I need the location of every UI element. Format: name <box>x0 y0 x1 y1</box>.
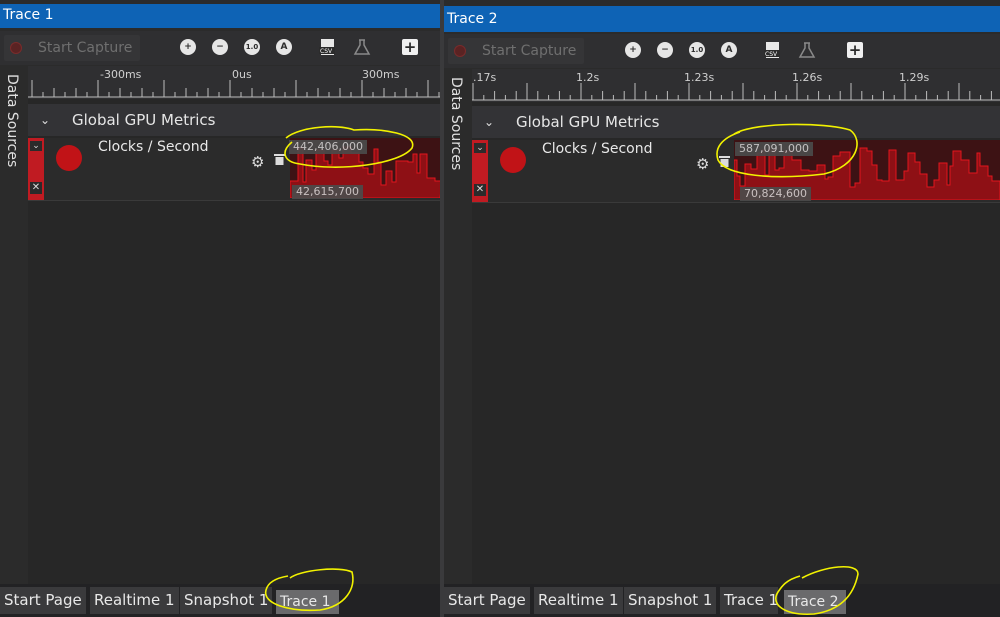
trash-icon[interactable] <box>274 153 285 165</box>
start-capture-button[interactable]: Start Capture <box>4 35 140 61</box>
tab-trace-1[interactable]: Trace 1 <box>276 590 339 614</box>
trace-panel-1: Trace 1 Start Capture + − 1.0 A CSV + Da… <box>0 0 440 617</box>
start-capture-label: Start Capture <box>482 43 577 59</box>
toolbar: Start Capture + − 1.0 A CSV + <box>444 34 1000 68</box>
metric-max-value: 587,091,000 <box>735 142 813 156</box>
tab-snapshot-1[interactable]: Snapshot 1 <box>180 587 273 614</box>
metric-row: ⌄ ✕ Clocks / Second ⚙ 442,406,000 42,615… <box>28 138 440 201</box>
zoom-in-icon: + <box>625 42 641 58</box>
zoom-reset-button[interactable]: 1.0 <box>242 37 262 57</box>
start-capture-label: Start Capture <box>38 40 133 56</box>
data-sources-label: Data Sources <box>448 77 464 171</box>
panel-title[interactable]: Trace 2 <box>444 6 1000 32</box>
tab-start-page[interactable]: Start Page <box>0 587 86 614</box>
plus-icon: + <box>847 40 863 59</box>
zoom-out-icon: − <box>657 42 673 58</box>
gear-icon[interactable]: ⚙ <box>251 153 264 171</box>
zoom-in-button[interactable]: + <box>178 37 198 57</box>
document-tabs: Start Page Realtime 1 Snapshot 1 Trace 1… <box>444 584 1000 617</box>
ruler-label: 1.29s <box>899 71 930 84</box>
trash-icon[interactable] <box>719 155 730 167</box>
zoom-auto-icon: A <box>721 42 737 58</box>
trace-panel-2: Trace 2 Start Capture + − 1.0 A CSV + Da… <box>444 0 1000 617</box>
metric-name: Clocks / Second <box>98 139 209 155</box>
time-ruler[interactable]: -300ms 0us 300ms <box>28 66 440 99</box>
zoom-auto-button[interactable]: A <box>719 40 739 60</box>
toolbar: Start Capture + − 1.0 A CSV + <box>0 31 440 65</box>
zoom-reset-button[interactable]: 1.0 <box>687 40 707 60</box>
csv-export-icon: CSV <box>764 42 780 58</box>
export-csv-button[interactable]: CSV <box>318 37 338 57</box>
zoom-in-icon: + <box>180 39 196 55</box>
metric-color-swatch[interactable] <box>56 145 82 171</box>
data-sources-sidebar[interactable]: Data Sources <box>0 66 27 584</box>
metric-name: Clocks / Second <box>542 141 653 157</box>
add-button[interactable]: + <box>400 37 420 57</box>
collapse-icon[interactable]: ⌄ <box>474 143 486 153</box>
svg-text:CSV: CSV <box>765 51 778 58</box>
ruler-label: 300ms <box>362 68 400 81</box>
metric-color-swatch[interactable] <box>500 147 526 173</box>
plus-icon: + <box>402 37 418 56</box>
data-sources-label: Data Sources <box>4 74 20 168</box>
close-icon[interactable]: ✕ <box>474 184 486 196</box>
timeline-content: -300ms 0us 300ms ⌄ Global GPU Metrics ⌄ … <box>28 66 440 584</box>
group-name: Global GPU Metrics <box>72 111 216 129</box>
ruler-label: 0us <box>232 68 252 81</box>
ruler-label: 1.23s <box>684 71 715 84</box>
data-sources-sidebar[interactable]: Data Sources <box>444 69 471 584</box>
tab-snapshot-1[interactable]: Snapshot 1 <box>624 587 717 614</box>
chevron-down-icon[interactable]: ⌄ <box>40 104 50 136</box>
zoom-auto-button[interactable]: A <box>274 37 294 57</box>
ruler-label: -300ms <box>100 68 142 81</box>
record-icon <box>454 45 466 57</box>
flask-icon <box>353 39 371 55</box>
add-button[interactable]: + <box>845 40 865 60</box>
chevron-down-icon[interactable]: ⌄ <box>484 106 494 138</box>
metric-group-header[interactable]: ⌄ Global GPU Metrics <box>472 106 1000 138</box>
start-capture-button[interactable]: Start Capture <box>448 38 584 64</box>
metric-max-value: 442,406,000 <box>289 140 367 154</box>
zoom-auto-icon: A <box>276 39 292 55</box>
tab-trace-2[interactable]: Trace 2 <box>784 590 846 614</box>
zoom-reset-icon: 1.0 <box>244 39 260 55</box>
flask-button[interactable] <box>797 40 817 60</box>
tab-trace-1[interactable]: Trace 1 <box>720 587 778 614</box>
metric-min-value: 42,615,700 <box>292 185 363 199</box>
time-ruler[interactable]: .17s 1.2s 1.23s 1.26s 1.29s <box>472 69 1000 102</box>
timeline-content: .17s 1.2s 1.23s 1.26s 1.29s ⌄ Global GPU… <box>472 69 1000 584</box>
zoom-reset-icon: 1.0 <box>689 42 705 58</box>
tab-start-page[interactable]: Start Page <box>444 587 530 614</box>
record-icon <box>10 42 22 54</box>
tab-realtime-1[interactable]: Realtime 1 <box>90 587 179 614</box>
ruler-label: .17s <box>473 71 497 84</box>
flask-button[interactable] <box>352 37 372 57</box>
collapse-icon[interactable]: ⌄ <box>30 141 42 151</box>
metric-color-bar: ⌄ ✕ <box>472 140 488 202</box>
zoom-out-button[interactable]: − <box>655 40 675 60</box>
ruler-label: 1.2s <box>576 71 600 84</box>
metric-row: ⌄ ✕ Clocks / Second ⚙ 587,091,000 70,824… <box>472 140 1000 203</box>
zoom-out-button[interactable]: − <box>210 37 230 57</box>
flask-icon <box>798 42 816 58</box>
ruler-label: 1.26s <box>792 71 823 84</box>
gear-icon[interactable]: ⚙ <box>696 155 709 173</box>
zoom-out-icon: − <box>212 39 228 55</box>
group-name: Global GPU Metrics <box>516 113 660 131</box>
panel-title[interactable]: Trace 1 <box>0 4 440 28</box>
document-tabs: Start Page Realtime 1 Snapshot 1 Trace 1 <box>0 584 440 617</box>
export-csv-button[interactable]: CSV <box>763 40 783 60</box>
tab-realtime-1[interactable]: Realtime 1 <box>534 587 623 614</box>
close-icon[interactable]: ✕ <box>30 182 42 194</box>
svg-text:CSV: CSV <box>320 48 333 55</box>
metric-min-value: 70,824,600 <box>740 187 811 201</box>
zoom-in-button[interactable]: + <box>623 40 643 60</box>
metric-color-bar: ⌄ ✕ <box>28 138 44 200</box>
metric-group-header[interactable]: ⌄ Global GPU Metrics <box>28 104 440 136</box>
csv-export-icon: CSV <box>319 39 335 55</box>
